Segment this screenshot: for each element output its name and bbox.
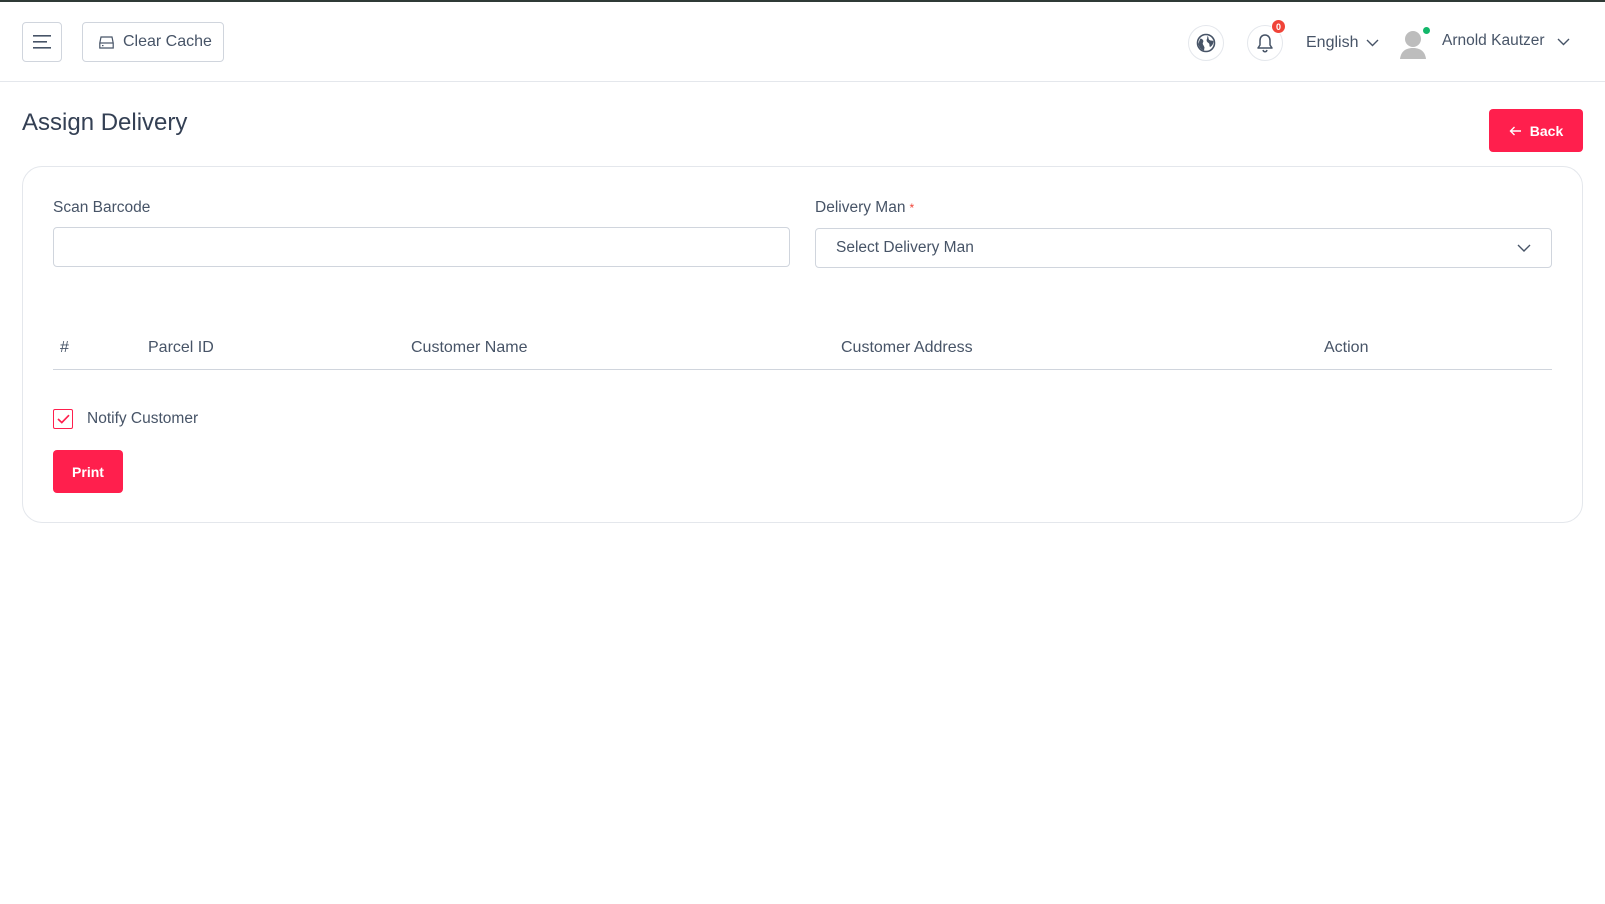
chevron-down-icon (1366, 39, 1379, 47)
delivery-man-placeholder: Select Delivery Man (836, 239, 974, 256)
scan-barcode-label: Scan Barcode (53, 199, 151, 216)
language-selector[interactable]: English (1306, 32, 1379, 54)
storage-icon (99, 35, 114, 49)
column-header-parcel-id: Parcel ID (148, 339, 214, 356)
notification-count-badge: 0 (1271, 19, 1286, 34)
checkbox-box[interactable] (53, 409, 73, 429)
notify-customer-label: Notify Customer (87, 410, 199, 427)
online-status-dot (1423, 27, 1430, 34)
column-header-customer-name: Customer Name (411, 339, 528, 356)
check-icon (56, 414, 70, 424)
user-name: Arnold Kautzer (1442, 32, 1545, 49)
delivery-man-label-text: Delivery Man (815, 199, 906, 216)
column-header-customer-address: Customer Address (841, 339, 973, 356)
notify-customer-checkbox[interactable]: Notify Customer (53, 409, 198, 429)
language-label: English (1306, 34, 1359, 51)
delivery-man-select[interactable]: Select Delivery Man (815, 228, 1552, 268)
menu-toggle-button[interactable] (22, 22, 62, 62)
back-label: Back (1529, 122, 1564, 139)
page-title: Assign Delivery (22, 109, 188, 136)
clear-cache-label: Clear Cache (123, 33, 212, 50)
chevron-down-icon (1517, 244, 1531, 252)
hamburger-icon (33, 35, 51, 49)
required-mark: * (909, 201, 915, 215)
clear-cache-button[interactable]: Clear Cache (82, 22, 224, 62)
top-bar: Clear Cache 0 English Arnold Kautzer (0, 2, 1605, 82)
globe-icon (1196, 33, 1216, 53)
column-header-action: Action (1324, 339, 1369, 356)
assign-delivery-card: Scan Barcode Delivery Man * Select Delive… (22, 166, 1583, 523)
chevron-down-icon (1557, 38, 1570, 46)
back-button[interactable]: Back (1489, 109, 1583, 152)
website-button[interactable] (1188, 25, 1224, 61)
user-icon (1400, 31, 1426, 59)
print-button[interactable]: Print (53, 450, 123, 493)
scan-barcode-input[interactable] (53, 227, 790, 267)
column-header-index: # (60, 339, 69, 356)
arrow-left-icon (1509, 126, 1521, 135)
bell-icon (1257, 34, 1273, 53)
user-menu[interactable]: Arnold Kautzer (1400, 26, 1570, 60)
avatar (1400, 27, 1430, 59)
delivery-man-label: Delivery Man * (815, 199, 914, 217)
parcel-table-header: # Parcel ID Customer Name Customer Addre… (53, 332, 1552, 370)
